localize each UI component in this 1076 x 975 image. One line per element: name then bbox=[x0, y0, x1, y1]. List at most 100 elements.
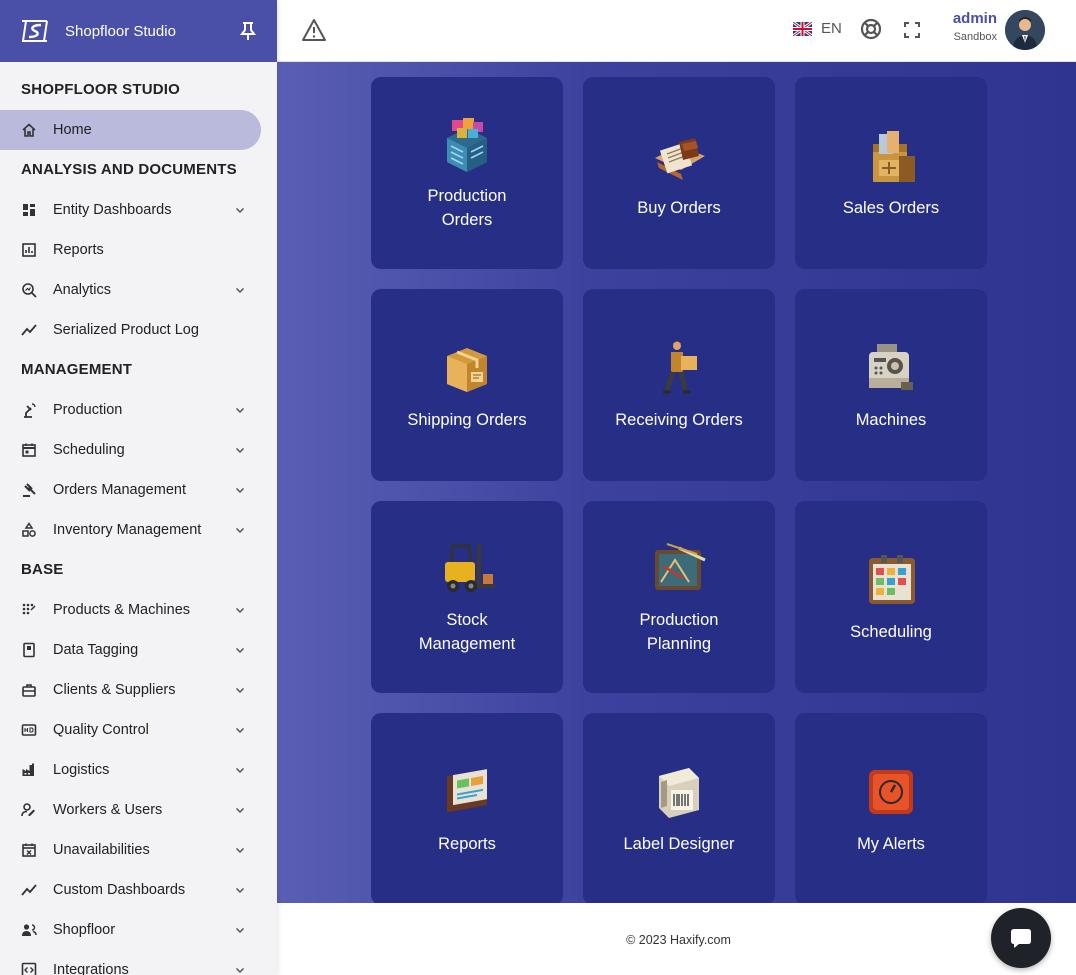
chat-icon bbox=[1011, 929, 1031, 948]
robot-arm-icon bbox=[21, 402, 37, 418]
chevron-down-icon[interactable] bbox=[234, 804, 246, 816]
tile-label: Production Orders bbox=[427, 187, 507, 229]
sidebar-item-integrations[interactable]: Integrations bbox=[0, 950, 277, 975]
chevron-down-icon[interactable] bbox=[234, 204, 246, 216]
sidebar-item-orders-management[interactable]: Orders Management bbox=[0, 470, 277, 510]
lifebuoy-icon[interactable] bbox=[860, 18, 882, 40]
chevron-down-icon[interactable] bbox=[234, 924, 246, 936]
shipping-orders-icon bbox=[437, 338, 497, 398]
sidebar-item-scheduling[interactable]: Scheduling bbox=[0, 430, 277, 470]
tile-stock-management[interactable]: Stock Management bbox=[371, 501, 563, 693]
code-icon bbox=[21, 962, 37, 975]
sales-orders-icon bbox=[861, 126, 921, 186]
shapes-icon bbox=[21, 522, 37, 538]
sidebar-item-label: Inventory Management bbox=[53, 522, 202, 538]
tile-label: Receiving Orders bbox=[615, 411, 743, 429]
nav-section-title: BASE bbox=[21, 561, 64, 578]
sidebar-item-entity-dashboards[interactable]: Entity Dashboards bbox=[0, 190, 277, 230]
sidebar-item-production[interactable]: Production bbox=[0, 390, 277, 430]
tile-sales-orders[interactable]: Sales Orders bbox=[795, 77, 987, 269]
chevron-down-icon[interactable] bbox=[234, 724, 246, 736]
reports-icon bbox=[437, 762, 497, 822]
calendar-icon bbox=[21, 442, 37, 458]
language-code: EN bbox=[821, 20, 842, 37]
briefcase-icon bbox=[21, 682, 37, 698]
sidebar-item-workers-and-users[interactable]: Workers & Users bbox=[0, 790, 277, 830]
trend-icon bbox=[21, 322, 37, 338]
chevron-down-icon[interactable] bbox=[234, 884, 246, 896]
tile-receiving-orders[interactable]: Receiving Orders bbox=[583, 289, 775, 481]
grid-dots-icon bbox=[21, 602, 37, 618]
sidebar-item-logistics[interactable]: Logistics bbox=[0, 750, 277, 790]
chevron-down-icon[interactable] bbox=[234, 284, 246, 296]
module-grid: Production Orders Buy Orders Sales Order… bbox=[371, 77, 987, 905]
sidebar-item-label: Orders Management bbox=[53, 482, 186, 498]
sidebar-item-products-and-machines[interactable]: Products & Machines bbox=[0, 590, 277, 630]
sidebar-item-reports[interactable]: Reports bbox=[0, 230, 277, 270]
tile-label-designer[interactable]: Label Designer bbox=[583, 713, 775, 905]
nav-section-title: SHOPFLOOR STUDIO bbox=[21, 81, 181, 98]
sidebar-item-custom-dashboards[interactable]: Custom Dashboards bbox=[0, 870, 277, 910]
tile-label: Buy Orders bbox=[637, 199, 721, 217]
tile-label: My Alerts bbox=[857, 835, 925, 853]
tile-buy-orders[interactable]: Buy Orders bbox=[583, 77, 775, 269]
dashboard-icon bbox=[21, 202, 37, 218]
sidebar-item-quality-control[interactable]: Quality Control bbox=[0, 710, 277, 750]
chevron-down-icon[interactable] bbox=[234, 484, 246, 496]
label-designer-icon bbox=[649, 762, 709, 822]
sidebar-item-analytics[interactable]: Analytics bbox=[0, 270, 277, 310]
sidebar-nav: SHOPFLOOR STUDIO Home ANALYSIS AND DOCUMEN… bbox=[0, 62, 277, 975]
main-content: Production Orders Buy Orders Sales Order… bbox=[277, 62, 1076, 905]
nav-section-title: ANALYSIS AND DOCUMENTS bbox=[21, 161, 237, 178]
sidebar-item-serialized-product-log[interactable]: Serialized Product Log bbox=[0, 310, 277, 350]
chevron-down-icon[interactable] bbox=[234, 964, 246, 975]
user-info[interactable]: admin Sandbox bbox=[937, 10, 997, 43]
chevron-down-icon[interactable] bbox=[234, 684, 246, 696]
tile-production-planning[interactable]: Production Planning bbox=[583, 501, 775, 693]
tile-my-alerts[interactable]: My Alerts bbox=[795, 713, 987, 905]
topbar: EN admin Sandbox bbox=[277, 0, 1076, 62]
sidebar-item-home[interactable]: Home bbox=[0, 110, 261, 150]
tile-production-orders[interactable]: Production Orders bbox=[371, 77, 563, 269]
forklift-icon bbox=[437, 538, 497, 598]
chevron-down-icon[interactable] bbox=[234, 844, 246, 856]
tile-shipping-orders[interactable]: Shipping Orders bbox=[371, 289, 563, 481]
analytics-icon bbox=[21, 282, 37, 298]
home-icon bbox=[21, 122, 37, 138]
chevron-down-icon[interactable] bbox=[234, 524, 246, 536]
pin-icon[interactable] bbox=[239, 21, 257, 41]
sidebar-item-unavailabilities[interactable]: Unavailabilities bbox=[0, 830, 277, 870]
sidebar-item-shopfloor[interactable]: Shopfloor bbox=[0, 910, 277, 950]
tile-machines[interactable]: Machines bbox=[795, 289, 987, 481]
sidebar-item-data-tagging[interactable]: Data Tagging bbox=[0, 630, 277, 670]
calendar-x-icon bbox=[21, 842, 37, 858]
gavel-icon bbox=[21, 482, 37, 498]
fullscreen-icon[interactable] bbox=[904, 22, 920, 38]
people-icon bbox=[21, 922, 37, 938]
sidebar-item-label: Reports bbox=[53, 242, 104, 258]
chevron-down-icon[interactable] bbox=[234, 644, 246, 656]
sidebar-item-label: Workers & Users bbox=[53, 802, 163, 818]
tile-scheduling[interactable]: Scheduling bbox=[795, 501, 987, 693]
warning-icon[interactable] bbox=[301, 17, 327, 43]
sidebar-item-label: Unavailabilities bbox=[53, 842, 150, 858]
tile-label: Sales Orders bbox=[842, 199, 940, 217]
tag-icon bbox=[21, 642, 37, 658]
chevron-down-icon[interactable] bbox=[234, 444, 246, 456]
scheduling-board-icon bbox=[861, 550, 921, 610]
sidebar-item-clients-and-suppliers[interactable]: Clients & Suppliers bbox=[0, 670, 277, 710]
brand-logo-icon bbox=[22, 20, 48, 42]
avatar[interactable] bbox=[1005, 10, 1045, 50]
chat-button[interactable] bbox=[991, 908, 1051, 968]
chevron-down-icon[interactable] bbox=[234, 604, 246, 616]
sidebar-item-label: Integrations bbox=[53, 962, 129, 975]
sidebar-item-inventory-management[interactable]: Inventory Management bbox=[0, 510, 277, 550]
language-selector[interactable]: EN bbox=[793, 20, 842, 37]
chevron-down-icon[interactable] bbox=[234, 404, 246, 416]
tile-reports[interactable]: Reports bbox=[371, 713, 563, 905]
trend-icon bbox=[21, 882, 37, 898]
sidebar-item-label: Home bbox=[53, 122, 92, 138]
sidebar-item-label: Clients & Suppliers bbox=[53, 682, 176, 698]
tile-label: Reports bbox=[438, 835, 496, 853]
chevron-down-icon[interactable] bbox=[234, 764, 246, 776]
